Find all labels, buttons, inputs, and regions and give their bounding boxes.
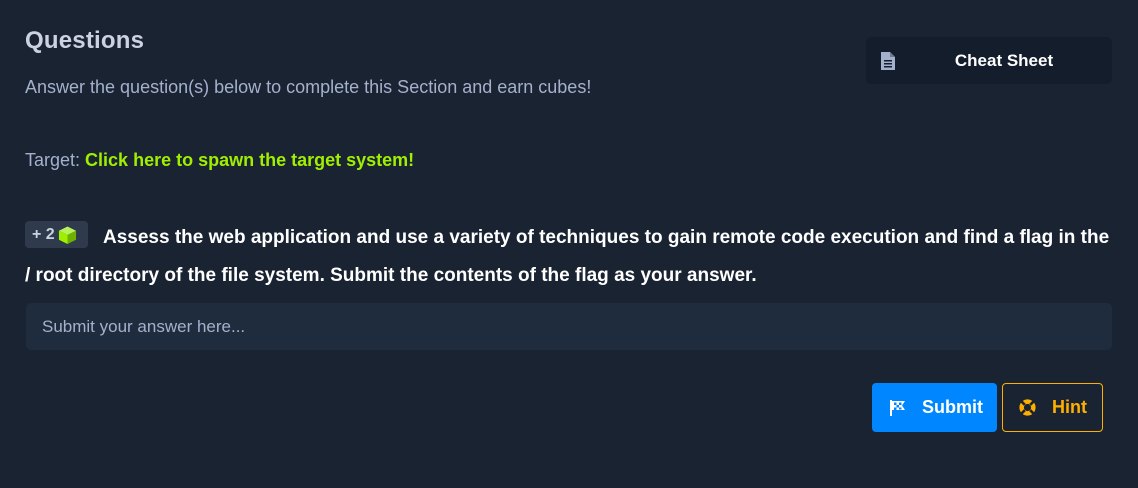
cube-reward-amount: + 2 xyxy=(32,225,55,243)
section-subtitle: Answer the question(s) below to complete… xyxy=(25,77,592,97)
cube-icon xyxy=(58,225,76,244)
hint-button[interactable]: Hint xyxy=(1002,383,1103,432)
submit-label: Submit xyxy=(922,397,983,417)
target-prefix: Target: xyxy=(25,150,81,170)
answer-input[interactable] xyxy=(26,303,1112,350)
question-text: Assess the web application and use a var… xyxy=(25,227,1110,286)
hint-label: Hint xyxy=(1052,397,1087,417)
document-icon xyxy=(881,52,895,70)
lifebuoy-icon xyxy=(1019,399,1036,416)
target-row: Target: Click here to spawn the target s… xyxy=(25,150,414,171)
flag-icon xyxy=(890,399,905,416)
section-title: Questions xyxy=(25,27,145,54)
cheat-sheet-label: Cheat Sheet xyxy=(954,51,1054,70)
cube-reward-badge: + 2 xyxy=(25,221,88,248)
cheat-sheet-button[interactable]: Cheat Sheet xyxy=(866,37,1112,84)
submit-button[interactable]: Submit xyxy=(872,383,997,432)
spawn-target-link[interactable]: Click here to spawn the target system! xyxy=(85,150,414,170)
